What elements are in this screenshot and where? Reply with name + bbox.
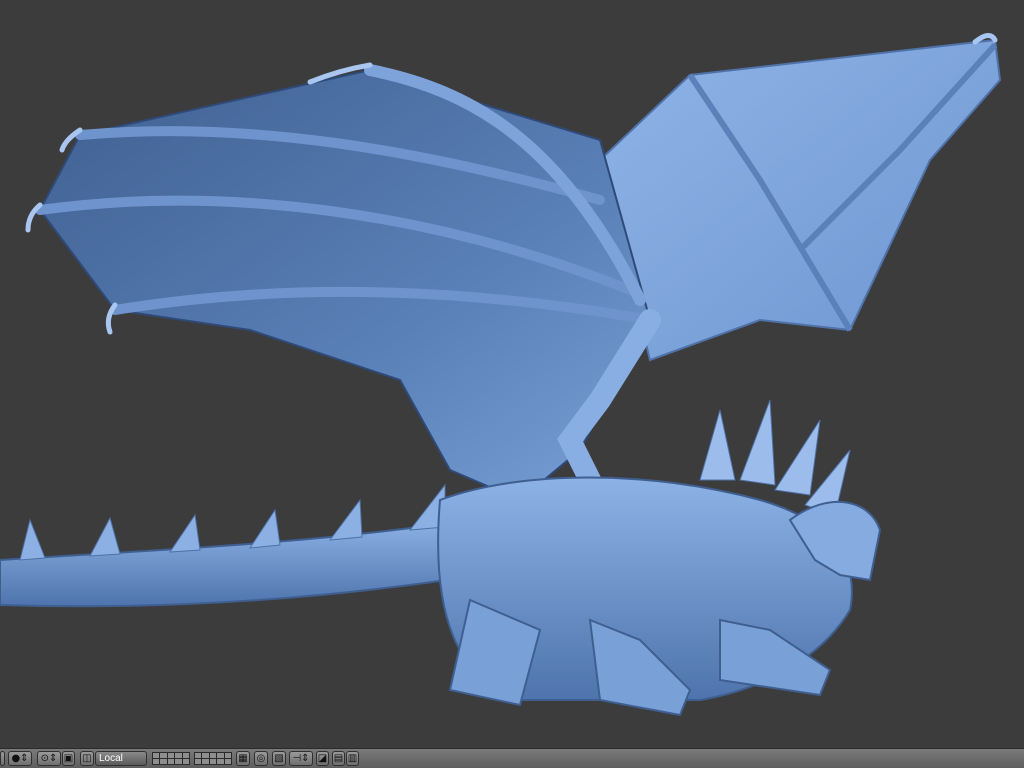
snap-icon[interactable]: ◎ xyxy=(254,751,268,766)
render-icon[interactable]: ▤ xyxy=(332,751,345,766)
transform-orientation-select[interactable]: Local xyxy=(95,751,147,766)
manipulator-icon[interactable]: ⊣⇕ xyxy=(289,751,313,766)
proxy-icon[interactable]: ▣ xyxy=(62,751,75,766)
pivot-point-icon[interactable]: ⊙⇕ xyxy=(37,751,61,766)
3d-viewport[interactable] xyxy=(0,0,1024,748)
far-wing xyxy=(598,38,1002,362)
snap-target-icon[interactable]: ▧ xyxy=(272,751,286,766)
proportional-edit-icon[interactable]: ◪ xyxy=(316,751,329,766)
editor-type-icon[interactable] xyxy=(0,751,5,766)
viewport-shading-icon[interactable]: ●⇕ xyxy=(8,751,32,766)
viewport-header: ●⇕ ⊙⇕ ▣ ◫ Local ▦ ◎ ▧ ⊣⇕ ◪ ▤ ▥ xyxy=(0,748,1024,768)
layer-grid-a[interactable] xyxy=(152,752,190,765)
orientation-icon[interactable]: ◫ xyxy=(80,751,94,766)
camera-icon[interactable]: ▥ xyxy=(346,751,359,766)
dragon-model xyxy=(0,33,1002,717)
lock-icon[interactable]: ▦ xyxy=(236,751,250,766)
layer-grid-b[interactable] xyxy=(194,752,232,765)
tail xyxy=(0,518,482,608)
